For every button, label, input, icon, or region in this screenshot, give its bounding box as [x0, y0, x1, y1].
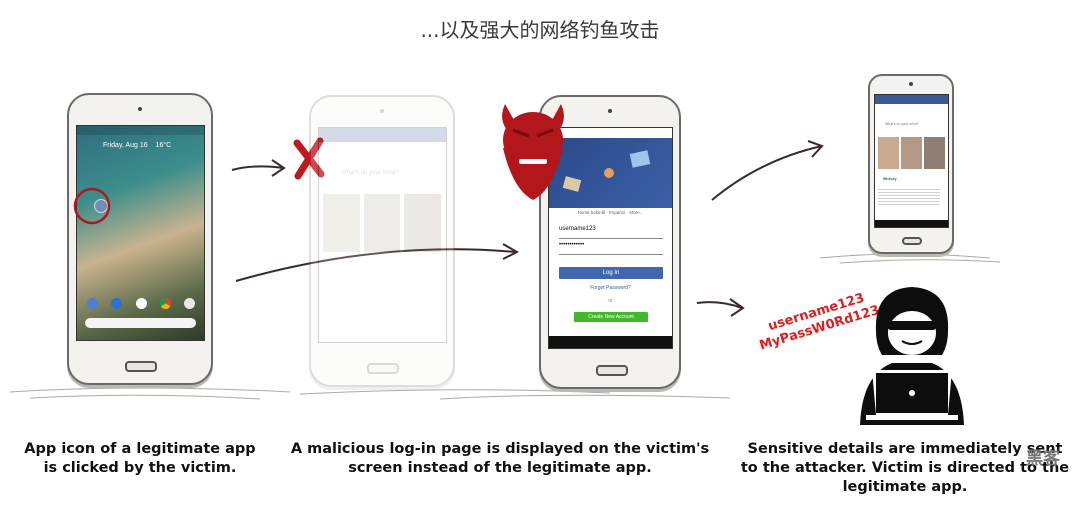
caption-step-3: Sensitive details are immediately sent t… — [740, 441, 1070, 495]
post-author: Whitney — [883, 177, 897, 181]
weather-text: 16°C — [155, 142, 172, 149]
hacker-icon — [860, 287, 964, 425]
android-nav-bar — [875, 220, 948, 227]
home-button — [125, 361, 157, 372]
dock-icons — [87, 298, 195, 310]
phone-speaker — [138, 107, 142, 111]
home-button — [367, 363, 399, 374]
home-date: Friday, Aug 16 16°C — [103, 142, 171, 149]
google-search-bar[interactable] — [85, 318, 196, 328]
home-screen: Friday, Aug 16 16°C — [76, 125, 205, 341]
android-nav-bar — [549, 336, 672, 348]
chrome-icon[interactable] — [159, 298, 171, 309]
username-field[interactable]: username123 — [559, 226, 663, 239]
status-input: What's on your mind? — [341, 170, 399, 176]
password-field[interactable]: •••••••••••• — [559, 242, 663, 255]
story-photos — [323, 194, 442, 252]
caption-step-1: App icon of a legitimate app is clicked … — [24, 441, 256, 476]
forgot-password-link[interactable]: Forgot Password? — [549, 285, 672, 291]
login-button[interactable]: Log In — [559, 267, 663, 279]
phone-legit-faded: What's on your mind? — [309, 95, 455, 387]
story-photos — [878, 137, 945, 169]
fb-top-bar — [319, 128, 446, 142]
laptop-icon — [866, 370, 958, 420]
password-value: •••••••••••• — [559, 242, 585, 248]
create-account-button[interactable]: Create New Account — [574, 312, 648, 322]
feed-screen: What's on your mind? Whitney — [874, 94, 949, 228]
camera-app-icon[interactable] — [184, 298, 195, 309]
play-store-icon[interactable] — [135, 298, 147, 309]
username-value: username123 — [559, 226, 596, 232]
phone-home: Friday, Aug 16 16°C — [67, 93, 213, 385]
status-bar — [77, 126, 204, 135]
fb-top-bar — [875, 95, 948, 104]
watermark: 黑客 — [1026, 449, 1060, 468]
faded-feed-screen: What's on your mind? — [318, 127, 447, 343]
date-text: Friday, Aug 16 — [103, 142, 148, 149]
devil-icon — [502, 104, 564, 200]
phone-speaker — [380, 109, 384, 113]
arrow-1 — [231, 165, 284, 171]
language-links[interactable]: Norsk bokmål · Español · More... — [549, 210, 672, 215]
post-body — [878, 187, 940, 207]
status-input[interactable]: What's on your mind? — [885, 122, 919, 126]
caption-step-2: A malicious log-in page is displayed on … — [290, 441, 710, 476]
phone-app-icon[interactable] — [87, 298, 98, 309]
home-button — [596, 365, 628, 376]
home-button — [902, 237, 922, 245]
phone-speaker — [909, 82, 913, 86]
arrow-4-head — [729, 298, 745, 317]
phone-legit: What's on your mind? Whitney — [868, 74, 954, 254]
messages-app-icon[interactable] — [111, 298, 123, 309]
highlight-circle — [73, 187, 111, 225]
phone-speaker — [608, 109, 612, 113]
or-divider: or — [608, 298, 613, 304]
arrow-3 — [711, 145, 823, 201]
